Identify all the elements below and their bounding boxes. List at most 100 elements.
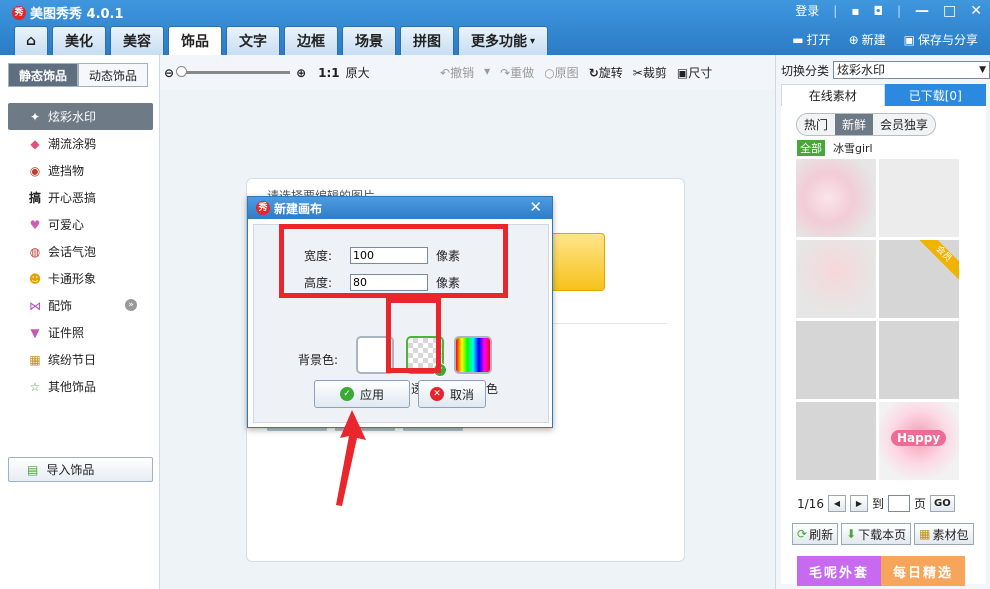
tab-accessories[interactable]: 饰品 xyxy=(168,26,222,55)
material-thumbnail[interactable] xyxy=(796,159,876,237)
tab-text[interactable]: 文字 xyxy=(226,26,280,55)
zoom-ratio[interactable]: 1:1 xyxy=(318,66,340,80)
check-icon: ✓ xyxy=(339,387,354,401)
apply-label: 应用 xyxy=(359,387,384,402)
pill-hot[interactable]: 热门 xyxy=(797,114,836,135)
redo-button[interactable]: ↷重做 xyxy=(500,64,534,81)
zoom-slider-handle[interactable] xyxy=(176,66,188,77)
title-bar: 秀 美图秀秀 4.0.1 登录 | ▪ ◘ | — □ ✕ ⌂ 美化 美容 饰品… xyxy=(0,0,990,55)
promo-banner[interactable]: 毛呢外套 xyxy=(797,556,881,586)
category-item[interactable]: ◆ 潮流涂鸦 xyxy=(8,130,153,157)
left-panel: 静态饰品 动态饰品 ✦ 炫彩水印 ◆ 潮流涂鸦 ◉ 遮挡物 搞开心恶搞 ♥ 可爱心 ◍ 会… xyxy=(0,55,160,589)
zoom-controls: ⊖ ⊕ 1:1 原大 xyxy=(164,64,370,81)
download-page-button[interactable]: ⬇ 下载本页 xyxy=(841,523,912,545)
tab-label: 边框 xyxy=(297,34,325,50)
category-item[interactable]: ◉ 遮挡物 xyxy=(8,157,153,184)
category-item[interactable]: 搞开心恶搞 xyxy=(8,184,153,211)
material-thumbnail[interactable] xyxy=(796,402,876,480)
open-button[interactable]: ▬ 打开 xyxy=(792,31,830,48)
page-input[interactable] xyxy=(887,495,910,512)
crop-button[interactable]: ✂裁剪 xyxy=(633,64,667,81)
tab-dynamic-accessories[interactable]: 动态饰品 xyxy=(78,63,148,87)
category-select-value: 炫彩水印 xyxy=(837,63,886,77)
package-icon: ▦ xyxy=(919,527,931,541)
next-page-icon[interactable]: ▶ xyxy=(849,495,868,512)
category-item[interactable]: ▼ 证件照 xyxy=(8,319,153,346)
dialog-close-icon[interactable]: ✕ xyxy=(529,198,542,216)
accessory-type-tabs: 静态饰品 动态饰品 xyxy=(8,63,148,87)
tab-scene[interactable]: 场景 xyxy=(342,26,396,55)
filter-row: 全部 冰雪girl xyxy=(797,140,873,156)
rotate-button[interactable]: ↻旋转 xyxy=(589,64,623,81)
filter-all[interactable]: 全部 xyxy=(797,140,825,156)
category-item[interactable]: ♥ 可爱心 xyxy=(8,211,153,238)
original-icon: ○ xyxy=(544,66,555,80)
material-pack-button[interactable]: ▦ 素材包 xyxy=(914,523,974,545)
undo-button[interactable]: ↶撤销 xyxy=(440,64,474,81)
tab-face[interactable]: 美容 xyxy=(110,26,164,55)
pill-vip[interactable]: 会员独享 xyxy=(873,114,936,135)
minimize-icon[interactable]: — xyxy=(915,3,929,19)
material-thumbnail[interactable]: Happy xyxy=(879,402,959,480)
tab-online-materials[interactable]: 在线素材 xyxy=(781,84,885,106)
tab-collage[interactable]: 拼图 xyxy=(400,26,454,55)
material-thumbnail[interactable] xyxy=(796,240,876,318)
zoom-in-icon[interactable]: ⊕ xyxy=(296,66,306,80)
open-label: 打开 xyxy=(806,33,831,47)
home-tab[interactable]: ⌂ xyxy=(14,26,48,55)
category-item[interactable]: ▦ 缤纷节日 xyxy=(8,346,153,373)
tab-downloaded[interactable]: 已下载[0] xyxy=(884,84,986,106)
maximize-icon[interactable]: □ xyxy=(943,3,956,19)
tab-beautify[interactable]: 美化 xyxy=(52,26,106,55)
skin-icon[interactable]: ◘ xyxy=(873,4,883,18)
close-icon[interactable]: ✕ xyxy=(970,3,982,19)
expand-icon[interactable]: » xyxy=(125,299,137,311)
import-accessory-button[interactable]: ▤ 导入饰品 xyxy=(8,457,153,482)
category-select[interactable]: 炫彩水印 ▼ xyxy=(833,61,990,79)
save-share-button[interactable]: ▣ 保存与分享 xyxy=(904,31,978,48)
edit-tools: ↶撤销 ▾ ↷重做 ○原图 ↻旋转 ✂裁剪 ▣尺寸 xyxy=(440,64,712,81)
material-browser: 热门 新鲜 会员独享 全部 冰雪girl 会员 Happy 1/16 ◀ ▶ 到… xyxy=(781,106,986,586)
category-item[interactable]: ☆ 其他饰品 xyxy=(8,373,153,400)
material-thumbnail[interactable] xyxy=(879,159,959,237)
promo-banner[interactable]: 每日精选 xyxy=(881,556,965,586)
category-item[interactable]: ◍ 会话气泡 xyxy=(8,238,153,265)
filter-user[interactable]: 冰雪girl xyxy=(833,140,873,156)
annotation-arrow-shape xyxy=(336,410,366,506)
apply-button[interactable]: ✓ 应用 xyxy=(314,380,410,408)
category-switcher: 切换分类 炫彩水印 ▼ xyxy=(781,61,990,79)
material-thumbnail[interactable] xyxy=(796,321,876,399)
undo-dropdown-icon[interactable]: ▾ xyxy=(484,64,490,81)
pill-new[interactable]: 新鲜 xyxy=(835,114,874,135)
message-icon[interactable]: ▪ xyxy=(851,4,859,18)
new-button[interactable]: ⊕ 新建 xyxy=(849,31,886,48)
material-thumbnail[interactable]: 会员 xyxy=(879,240,959,318)
original-button[interactable]: ○原图 xyxy=(544,64,579,81)
tab-label: 拼图 xyxy=(413,34,441,50)
tab-more[interactable]: 更多功能 ▾ xyxy=(458,26,549,55)
category-label: 会话气泡 xyxy=(48,245,97,259)
material-thumbnail[interactable] xyxy=(879,321,959,399)
zoom-slider[interactable] xyxy=(176,66,291,77)
cancel-button[interactable]: ✕ 取消 xyxy=(418,380,486,408)
category-label: 缤纷节日 xyxy=(48,353,97,367)
crop-label: 裁剪 xyxy=(642,66,667,80)
tab-static-accessories[interactable]: 静态饰品 xyxy=(8,63,78,87)
category-item[interactable]: ☻ 卡通形象 xyxy=(8,265,153,292)
material-actions: ⟳ 刷新 ⬇ 下载本页 ▦ 素材包 xyxy=(792,523,974,545)
zoom-out-icon[interactable]: ⊖ xyxy=(164,66,174,80)
annotation-box-transparent xyxy=(386,298,441,373)
category-item[interactable]: ✦ 炫彩水印 xyxy=(8,103,153,130)
prev-page-icon[interactable]: ◀ xyxy=(827,495,846,512)
custom-color-swatch[interactable] xyxy=(454,336,492,374)
size-button[interactable]: ▣尺寸 xyxy=(677,64,712,81)
cancel-label: 取消 xyxy=(449,387,474,402)
refresh-button[interactable]: ⟳ 刷新 xyxy=(792,523,839,545)
category-item[interactable]: ⋈ 配饰 » xyxy=(8,292,153,319)
login-link[interactable]: 登录 xyxy=(795,2,819,19)
go-button[interactable]: GO xyxy=(929,495,955,512)
scissors-icon: ✂ xyxy=(632,66,643,80)
original-size-button[interactable]: 原大 xyxy=(346,64,370,81)
tab-border[interactable]: 边框 xyxy=(284,26,338,55)
category-label: 其他饰品 xyxy=(48,380,97,394)
